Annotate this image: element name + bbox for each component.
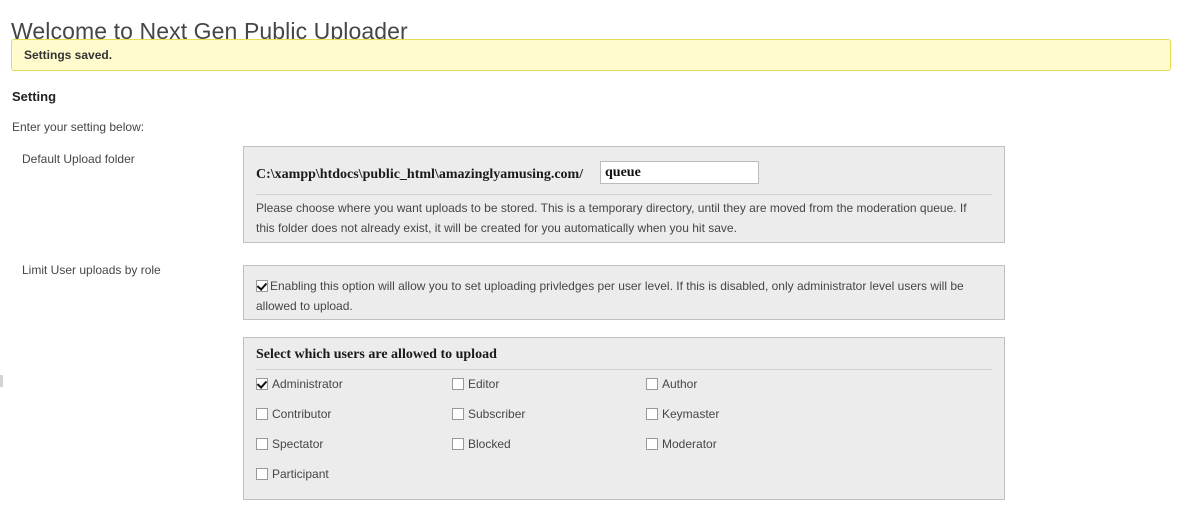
allowed-roles-title: Select which users are allowed to upload	[256, 347, 497, 362]
role-checkbox-author[interactable]: Author	[646, 376, 697, 392]
role-label: Blocked	[468, 437, 511, 451]
role-checkbox-moderator[interactable]: Moderator	[646, 436, 717, 452]
checkbox-author[interactable]	[646, 378, 658, 390]
role-checkbox-editor[interactable]: Editor	[452, 376, 499, 392]
checkbox-participant[interactable]	[256, 468, 268, 480]
checkbox-administrator[interactable]	[256, 378, 268, 390]
panel-divider	[256, 194, 992, 195]
collapsed-menu-sliver	[0, 375, 3, 387]
panel-limit-uploads-by-role: Enabling this option will allow you to s…	[243, 265, 1005, 320]
label-limit-uploads-by-role: Limit User uploads by role	[22, 263, 161, 277]
checkbox-editor[interactable]	[452, 378, 464, 390]
panel-divider	[256, 369, 992, 370]
role-checkbox-keymaster[interactable]: Keymaster	[646, 406, 719, 422]
checkbox-contributor[interactable]	[256, 408, 268, 420]
role-checkbox-contributor[interactable]: Contributor	[256, 406, 331, 422]
role-checkbox-administrator[interactable]: Administrator	[256, 376, 343, 392]
checkbox-spectator[interactable]	[256, 438, 268, 450]
checkbox-blocked[interactable]	[452, 438, 464, 450]
section-subheading: Enter your setting below:	[12, 120, 145, 134]
role-checkbox-participant[interactable]: Participant	[256, 466, 329, 482]
panel-default-upload-folder: C:\xampp\htdocs\public_html\amazinglyamu…	[243, 146, 1005, 243]
role-label: Participant	[272, 467, 329, 481]
upload-path-prefix: C:\xampp\htdocs\public_html\amazinglyamu…	[256, 167, 584, 182]
notice-text: Settings saved.	[24, 48, 113, 62]
role-label: Subscriber	[468, 407, 526, 421]
role-label: Spectator	[272, 437, 324, 451]
panel-allowed-roles: Select which users are allowed to upload…	[243, 337, 1005, 500]
role-label: Moderator	[662, 437, 717, 451]
section-heading: Setting	[12, 89, 57, 104]
role-checkbox-blocked[interactable]: Blocked	[452, 436, 511, 452]
limit-by-role-description: Enabling this option will allow you to s…	[256, 279, 964, 313]
role-checkbox-subscriber[interactable]: Subscriber	[452, 406, 525, 422]
upload-folder-description: Please choose where you want uploads to …	[256, 201, 967, 235]
limit-by-role-checkbox-row[interactable]: Enabling this option will allow you to s…	[256, 276, 991, 316]
role-label: Editor	[468, 377, 500, 391]
role-checkbox-spectator[interactable]: Spectator	[256, 436, 323, 452]
upload-path-line: C:\xampp\htdocs\public_html\amazinglyamu…	[256, 161, 992, 189]
limit-by-role-checkbox[interactable]	[256, 280, 268, 292]
upload-folder-input[interactable]	[600, 161, 759, 184]
checkbox-keymaster[interactable]	[646, 408, 658, 420]
checkbox-moderator[interactable]	[646, 438, 658, 450]
role-label: Keymaster	[662, 407, 720, 421]
role-label: Author	[662, 377, 698, 391]
role-label: Administrator	[272, 377, 343, 391]
checkbox-subscriber[interactable]	[452, 408, 464, 420]
label-default-upload-folder: Default Upload folder	[22, 152, 135, 166]
role-label: Contributor	[272, 407, 332, 421]
settings-saved-notice: Settings saved.	[11, 39, 1171, 71]
